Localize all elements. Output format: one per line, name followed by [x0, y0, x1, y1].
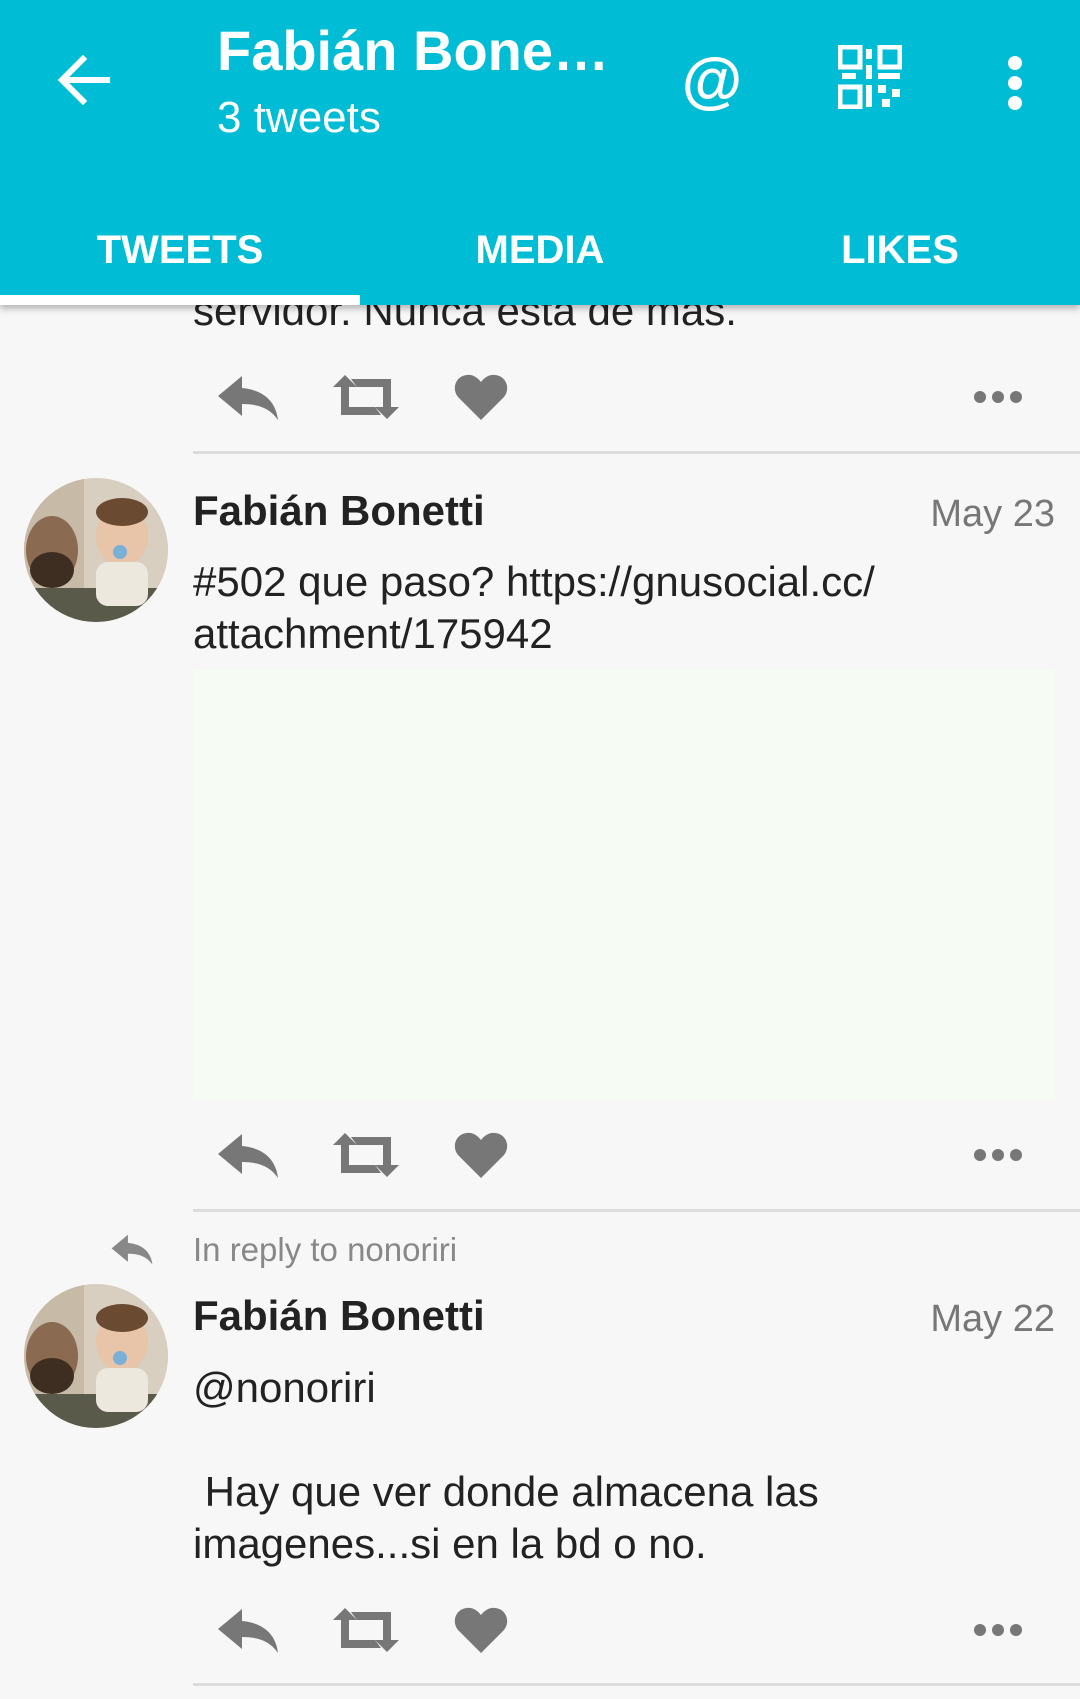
more-horiz-icon — [974, 391, 1022, 403]
tab-media[interactable]: MEDIA — [360, 195, 720, 305]
mention-button[interactable]: @ — [672, 40, 752, 120]
back-button[interactable] — [50, 45, 120, 115]
like-button[interactable] — [451, 1595, 511, 1665]
retweet-icon — [333, 375, 399, 419]
tweet-actions — [193, 1595, 1055, 1665]
like-button[interactable] — [451, 362, 511, 432]
tweet-count: 3 tweets — [217, 93, 381, 142]
app-bar: Fabián Bone… 3 tweets @ TWEETS MEDIA LIK… — [0, 0, 1080, 305]
tweet-divider — [193, 1209, 1080, 1212]
profile-tabs: TWEETS MEDIA LIKES — [0, 195, 1080, 305]
tweet-text: @nonoriri Hay que ver donde almacena las… — [193, 1364, 819, 1567]
tweet-divider — [193, 1683, 1080, 1686]
arrow-left-icon — [57, 55, 110, 105]
tweet-divider — [193, 451, 1080, 454]
profile-header: Fabián Bone… 3 tweets — [217, 18, 617, 148]
reply-button[interactable] — [213, 1120, 283, 1190]
retweet-button[interactable] — [331, 1120, 401, 1190]
tab-tweets[interactable]: TWEETS — [0, 195, 360, 305]
more-actions-button[interactable] — [968, 1595, 1028, 1665]
retweet-button[interactable] — [331, 362, 401, 432]
tweet-author[interactable]: Fabián Bonetti — [193, 1291, 485, 1341]
more-vert-icon — [1008, 56, 1022, 110]
tweet-actions — [193, 1120, 1055, 1190]
more-actions-button[interactable] — [968, 362, 1028, 432]
at-icon: @ — [681, 45, 743, 115]
tweet-attachment[interactable] — [193, 670, 1055, 1100]
retweet-icon — [333, 1133, 399, 1177]
qr-code-button[interactable] — [837, 44, 914, 121]
tab-likes[interactable]: LIKES — [720, 195, 1080, 305]
reply-icon — [218, 1134, 278, 1178]
reply-indicator-icon — [111, 1234, 153, 1265]
tweet-text: #502 que paso? https://gnusocial.cc/ att… — [193, 558, 875, 657]
reply-icon — [218, 376, 278, 420]
avatar-photo — [24, 478, 168, 622]
more-horiz-icon — [974, 1624, 1022, 1636]
more-actions-button[interactable] — [968, 1120, 1028, 1190]
avatar-photo — [24, 1284, 168, 1428]
qr-code-icon — [837, 44, 903, 110]
retweet-icon — [333, 1608, 399, 1652]
tweet-author[interactable]: Fabián Bonetti — [193, 486, 485, 536]
tweet-actions — [193, 362, 1055, 432]
reply-button[interactable] — [213, 1595, 283, 1665]
heart-icon — [454, 1607, 508, 1653]
retweet-button[interactable] — [331, 1595, 401, 1665]
avatar[interactable] — [24, 1284, 168, 1428]
heart-icon — [454, 1132, 508, 1178]
more-horiz-icon — [974, 1149, 1022, 1161]
tweet-date: May 23 — [930, 493, 1055, 535]
avatar[interactable] — [24, 478, 168, 622]
like-button[interactable] — [451, 1120, 511, 1190]
in-reply-to-label[interactable]: In reply to nonoriri — [193, 1227, 457, 1273]
overflow-menu-button[interactable] — [985, 45, 1045, 121]
reply-icon — [218, 1609, 278, 1653]
profile-title: Fabián Bone… — [217, 19, 610, 82]
heart-icon — [454, 374, 508, 420]
reply-button[interactable] — [213, 362, 283, 432]
tweet-date: May 22 — [930, 1298, 1055, 1340]
